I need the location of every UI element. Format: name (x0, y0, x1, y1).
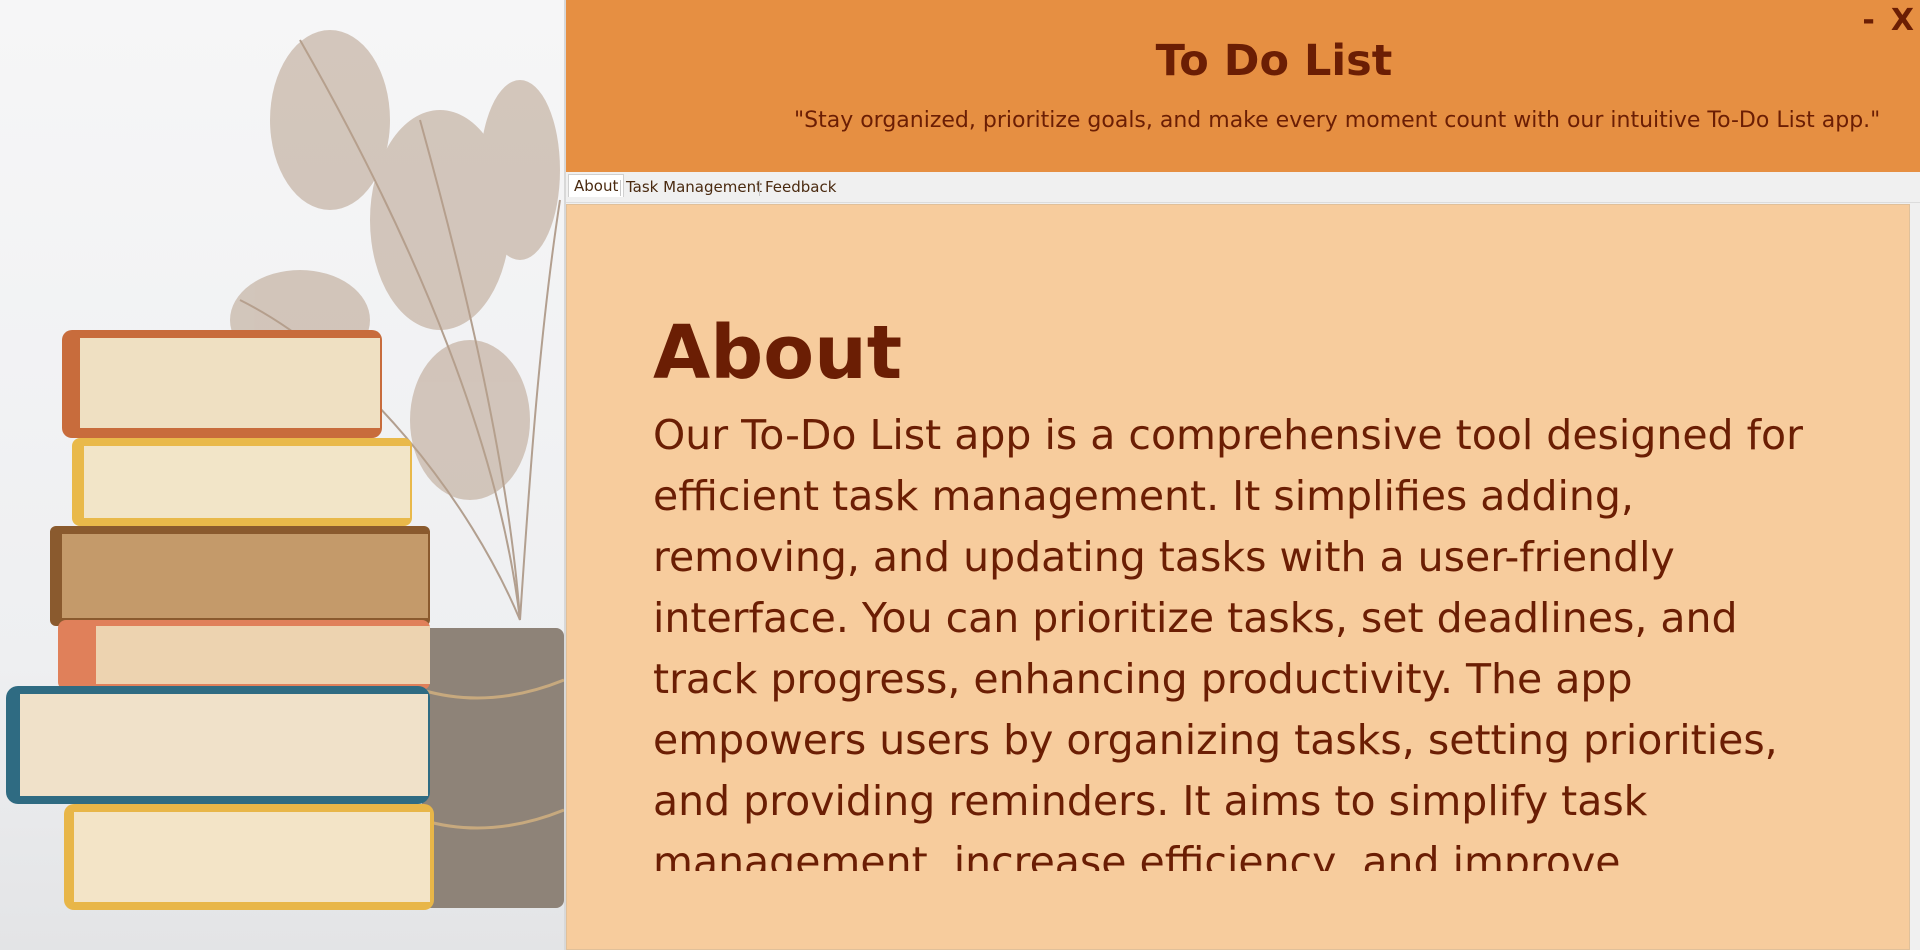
about-description: Our To-Do List app is a comprehensive to… (653, 411, 1803, 871)
app-tagline: "Stay organized, prioritize goals, and m… (794, 108, 1881, 133)
close-button[interactable]: X (1891, 6, 1914, 36)
tab-task-management[interactable]: Task Management (621, 176, 767, 198)
about-panel: About Our To-Do List app is a comprehens… (566, 204, 1910, 950)
about-heading: About (653, 310, 903, 396)
window-controls: - X (1862, 6, 1914, 36)
app-header: To Do List "Stay organized, prioritize g… (566, 0, 1920, 172)
tab-about[interactable]: About (568, 174, 625, 197)
tab-feedback[interactable]: Feedback (760, 176, 841, 198)
books-plant-photo (0, 0, 564, 950)
app-title: To Do List (1155, 36, 1393, 86)
app-window: To Do List "Stay organized, prioritize g… (0, 0, 1920, 950)
minimize-button[interactable]: - (1862, 6, 1874, 36)
tab-strip: About Task Management Feedback (566, 172, 1920, 203)
